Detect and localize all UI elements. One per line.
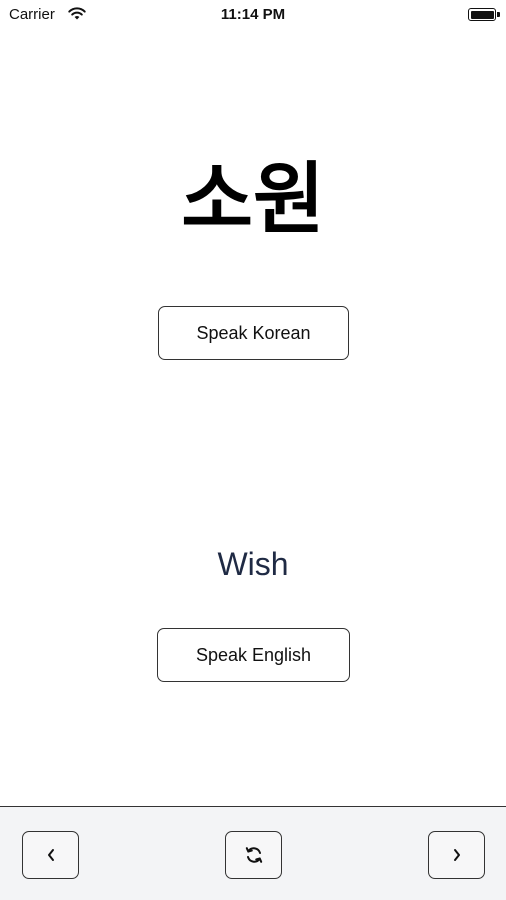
previous-button[interactable] <box>22 831 79 879</box>
chevron-right-icon <box>453 849 460 861</box>
battery-level <box>470 10 494 19</box>
status-time: 11:14 PM <box>220 6 286 23</box>
speak-english-button[interactable]: Speak English <box>157 628 350 682</box>
battery-tip <box>497 12 500 17</box>
korean-word: 소원 <box>181 155 325 245</box>
chevron-left-icon <box>47 849 54 861</box>
battery-icon <box>468 8 496 21</box>
refresh-icon <box>245 847 262 863</box>
speak-korean-button[interactable]: Speak Korean <box>158 306 349 360</box>
bottom-toolbar <box>0 806 506 900</box>
refresh-button[interactable] <box>225 831 282 879</box>
next-button[interactable] <box>428 831 485 879</box>
flashcard-screen: Carrier 11:14 PM 소원 Speak Korean Wish Sp… <box>0 0 506 900</box>
english-word: Wish <box>217 546 289 582</box>
status-bar: Carrier 11:14 PM <box>0 0 506 30</box>
